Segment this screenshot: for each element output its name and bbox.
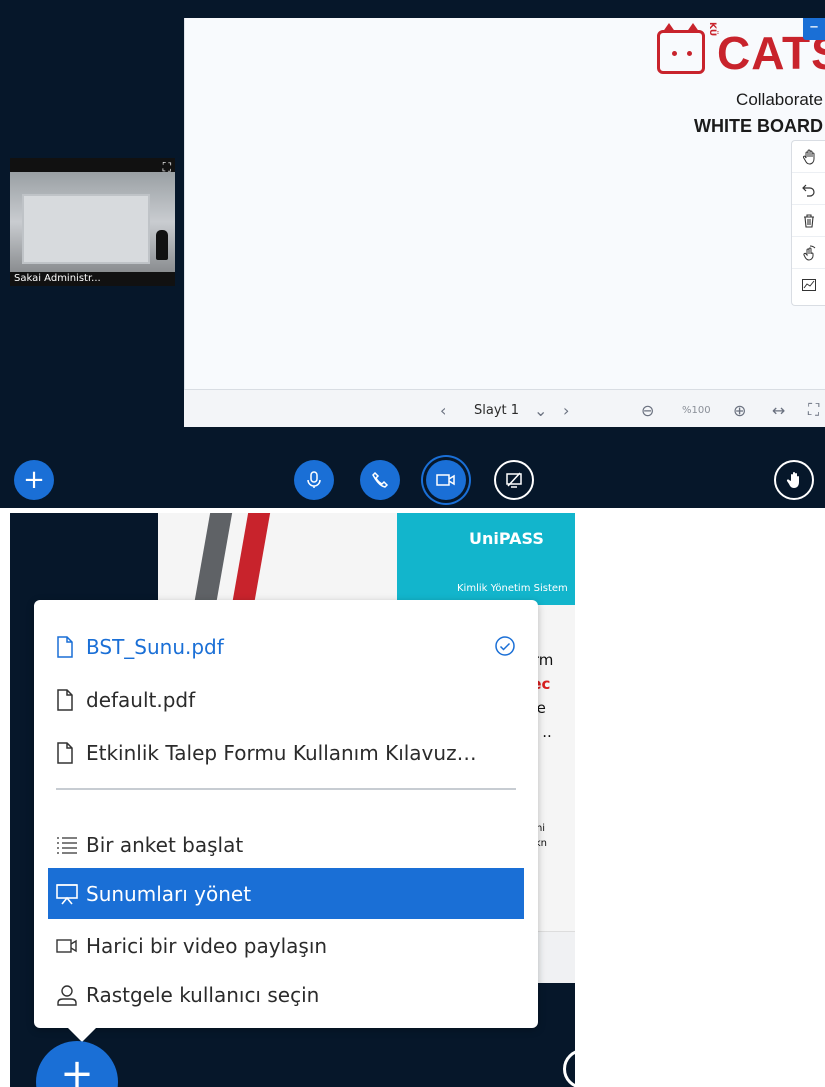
meeting-bottom-view: UniPASS Kimlik Yönetim Sistem ştirm u.ec… xyxy=(0,513,825,1087)
webcam-board xyxy=(22,194,150,264)
action-button-partial[interactable] xyxy=(563,1049,603,1087)
poll-icon xyxy=(48,835,86,855)
actions-plus-button[interactable]: + xyxy=(14,460,54,500)
mic-button[interactable] xyxy=(294,460,334,500)
menu-item-label: Harici bir video paylaşın xyxy=(86,934,328,958)
multi-pointer-icon[interactable] xyxy=(792,237,825,269)
file-icon xyxy=(48,689,86,711)
menu-item-start-poll[interactable]: Bir anket başlat xyxy=(48,820,524,870)
screenshare-button[interactable] xyxy=(494,460,534,500)
unipass-title: UniPASS xyxy=(469,529,544,548)
menu-item-label: Rastgele kullanıcı seçin xyxy=(86,983,320,1007)
menu-divider xyxy=(56,788,516,790)
mic-icon xyxy=(307,471,321,488)
logo-collaborate: Collaborate xyxy=(736,90,823,109)
menu-item-random-user[interactable]: Rastgele kullanıcı seçin xyxy=(48,970,524,1020)
menu-item-label: default.pdf xyxy=(86,688,196,712)
file-icon xyxy=(48,636,86,658)
menu-item-label: BST_Sunu.pdf xyxy=(86,635,224,659)
hand-tool-icon[interactable] xyxy=(792,141,825,173)
menu-item-label: Etkinlik Talep Formu Kullanım Kılavuz… xyxy=(86,741,477,765)
cats-logo-cat-icon xyxy=(657,23,705,74)
screenshot-divider xyxy=(0,508,825,511)
menu-item-manage-presentations[interactable]: Sunumları yönet xyxy=(48,868,524,919)
cat-eye-left-icon xyxy=(672,51,677,56)
actions-dropdown-menu: BST_Sunu.pdf default.pdf Etkinlik Talep … xyxy=(34,600,538,1042)
cat-eye-right-icon xyxy=(687,51,692,56)
unipass-subtitle: Kimlik Yönetim Sistem xyxy=(457,583,568,594)
logo-white-board: WHITE BOARD xyxy=(694,116,823,136)
file-icon xyxy=(48,742,86,764)
trash-icon[interactable] xyxy=(792,205,825,237)
hand-icon xyxy=(786,472,799,488)
chevron-down-icon[interactable]: ⌄ xyxy=(534,400,547,420)
slide-selector[interactable]: Slayt 1 xyxy=(474,400,519,420)
menu-item-etkinlik-form[interactable]: Etkinlik Talep Formu Kullanım Kılavuz… xyxy=(48,728,524,778)
zoom-level: %100 xyxy=(682,404,711,416)
minimize-presentation-button[interactable]: – xyxy=(803,18,825,40)
fullscreen-icon[interactable]: ⛶ xyxy=(808,400,819,420)
undo-icon[interactable] xyxy=(792,173,825,205)
raise-hand-button[interactable] xyxy=(774,460,814,500)
menu-item-label: Sunumları yönet xyxy=(86,881,252,906)
presentation-icon xyxy=(48,883,86,905)
logo-ku: KÜ xyxy=(707,22,717,37)
action-bar: + xyxy=(0,458,825,504)
whiteboard-toolbar xyxy=(791,140,825,306)
webcam-user-name: Sakai Administr... xyxy=(14,273,101,284)
prev-slide-button[interactable]: ‹ xyxy=(440,400,446,420)
menu-item-share-video[interactable]: Harici bir video paylaşın xyxy=(48,921,524,971)
webcam-tile[interactable]: ⛶ Sakai Administr... xyxy=(10,158,175,286)
check-circle-icon xyxy=(494,635,516,662)
webcam-video xyxy=(10,172,175,272)
cats-logo: KÜ CATS Collaborate WHITE BOARD xyxy=(655,18,825,148)
screenshare-off-icon xyxy=(506,472,522,488)
expand-icon[interactable]: ⛶ xyxy=(163,160,171,175)
meeting-top-view: KÜ CATS Collaborate WHITE BOARD – xyxy=(0,0,825,510)
fit-width-icon[interactable]: ↔ xyxy=(772,400,785,420)
zoom-out-icon[interactable]: ⊖ xyxy=(641,400,654,420)
video-icon xyxy=(48,938,86,954)
chart-tool-icon[interactable] xyxy=(792,269,825,301)
menu-item-label: Bir anket başlat xyxy=(86,833,244,857)
page: KÜ CATS Collaborate WHITE BOARD – xyxy=(0,0,825,1087)
user-icon xyxy=(48,984,86,1006)
next-slide-button[interactable]: › xyxy=(563,400,569,420)
audio-phone-button[interactable] xyxy=(360,460,400,500)
menu-item-default-pdf[interactable]: default.pdf xyxy=(48,675,524,725)
webcam-person xyxy=(156,230,168,260)
phone-icon xyxy=(372,471,389,488)
camera-icon xyxy=(436,474,455,486)
zoom-in-icon[interactable]: ⊕ xyxy=(733,400,746,420)
camera-button[interactable] xyxy=(426,460,466,500)
unipass-banner: UniPASS Kimlik Yönetim Sistem xyxy=(397,513,575,605)
menu-item-bst-sunu[interactable]: BST_Sunu.pdf xyxy=(48,622,524,672)
